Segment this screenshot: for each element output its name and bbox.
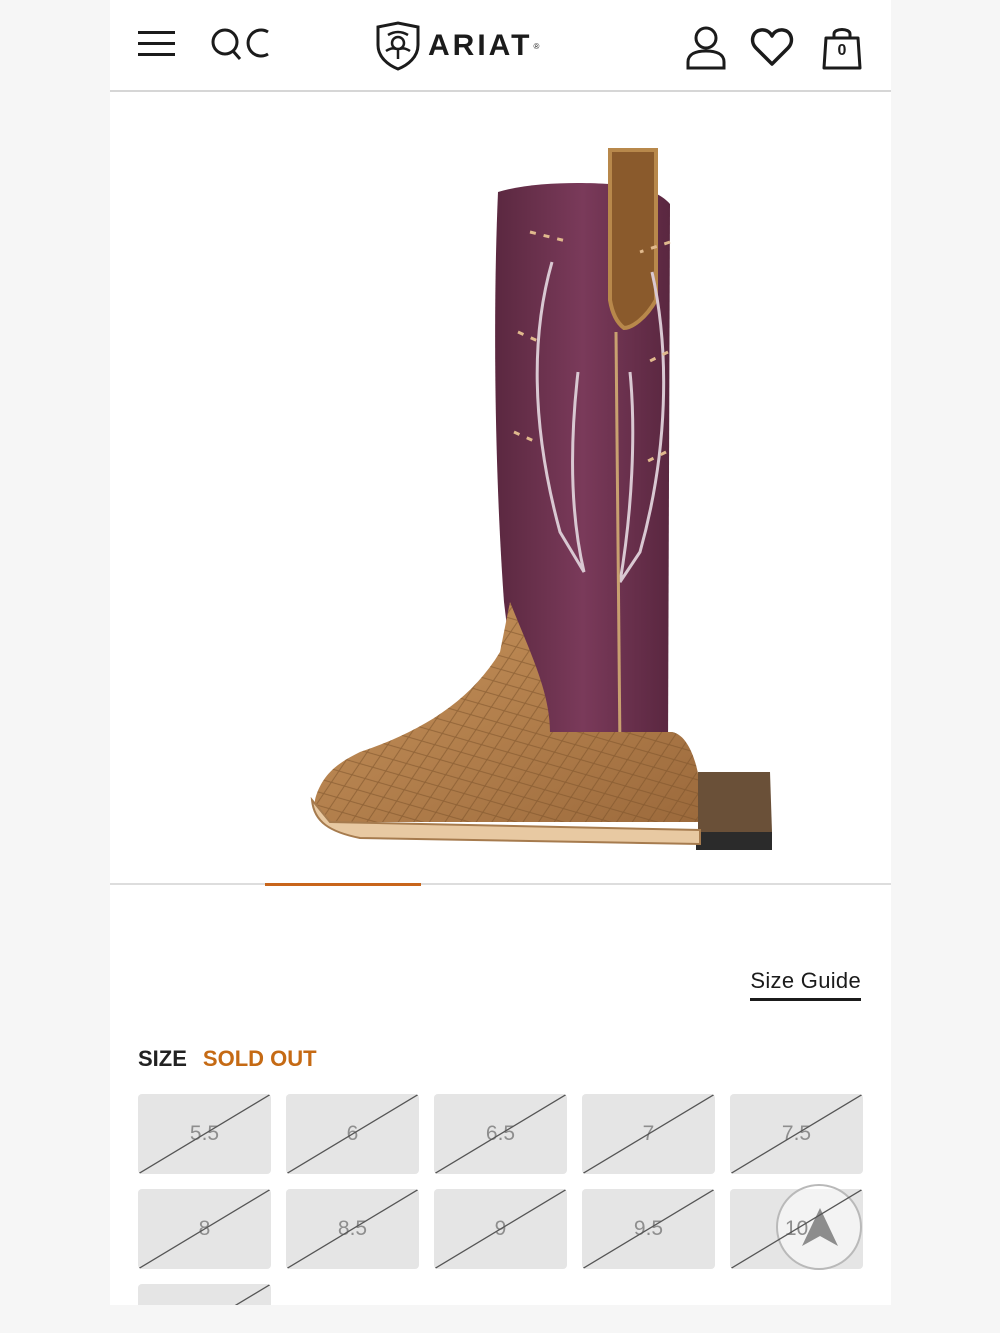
size-option[interactable]: 6.5 — [434, 1094, 567, 1174]
unavailable-strike — [730, 1189, 863, 1269]
size-option[interactable]: 7.5 — [730, 1094, 863, 1174]
size-option[interactable]: 9.5 — [582, 1189, 715, 1269]
search-icon[interactable] — [210, 26, 272, 62]
site-header: ARIAT ® 0 — [110, 0, 891, 92]
account-icon[interactable] — [684, 24, 728, 72]
size-option[interactable]: 7 — [582, 1094, 715, 1174]
gallery-progress-indicator — [264, 883, 421, 886]
size-option[interactable]: 6 — [286, 1094, 419, 1174]
size-option[interactable]: 9 — [434, 1189, 567, 1269]
product-page: ARIAT ® 0 Size Guide SIZE SOLD OUT — [110, 0, 891, 1305]
size-heading: SIZE SOLD OUT — [138, 1046, 317, 1072]
unavailable-strike — [434, 1094, 567, 1174]
size-option[interactable] — [138, 1284, 271, 1305]
gallery-progress-track — [110, 883, 891, 885]
menu-icon[interactable] — [138, 30, 176, 58]
size-option[interactable]: 8 — [138, 1189, 271, 1269]
unavailable-strike — [286, 1189, 419, 1269]
heart-icon[interactable] — [750, 26, 794, 68]
unavailable-strike — [582, 1094, 715, 1174]
size-option[interactable]: 5.5 — [138, 1094, 271, 1174]
size-option[interactable]: 8.5 — [286, 1189, 419, 1269]
unavailable-strike — [582, 1189, 715, 1269]
size-guide-link[interactable]: Size Guide — [750, 968, 861, 1001]
unavailable-strike — [138, 1094, 271, 1174]
size-label: SIZE — [138, 1046, 187, 1071]
ariat-shield-icon — [376, 21, 420, 71]
unavailable-strike — [730, 1094, 863, 1174]
product-image-gallery[interactable] — [110, 92, 891, 884]
unavailable-strike — [138, 1189, 271, 1269]
brand-name: ARIAT — [428, 29, 533, 62]
size-status: SOLD OUT — [202, 1046, 317, 1071]
unavailable-strike — [286, 1094, 419, 1174]
brand-registered-mark: ® — [533, 41, 540, 51]
unavailable-strike — [434, 1189, 567, 1269]
bag-count: 0 — [837, 42, 847, 59]
brand-logo[interactable]: ARIAT ® — [374, 20, 539, 72]
product-image-boot — [310, 148, 772, 850]
unavailable-strike — [234, 1284, 271, 1305]
size-option[interactable]: 10 — [730, 1189, 863, 1269]
size-options-grid: 5.566.577.5 88.599.510 — [138, 1094, 863, 1305]
